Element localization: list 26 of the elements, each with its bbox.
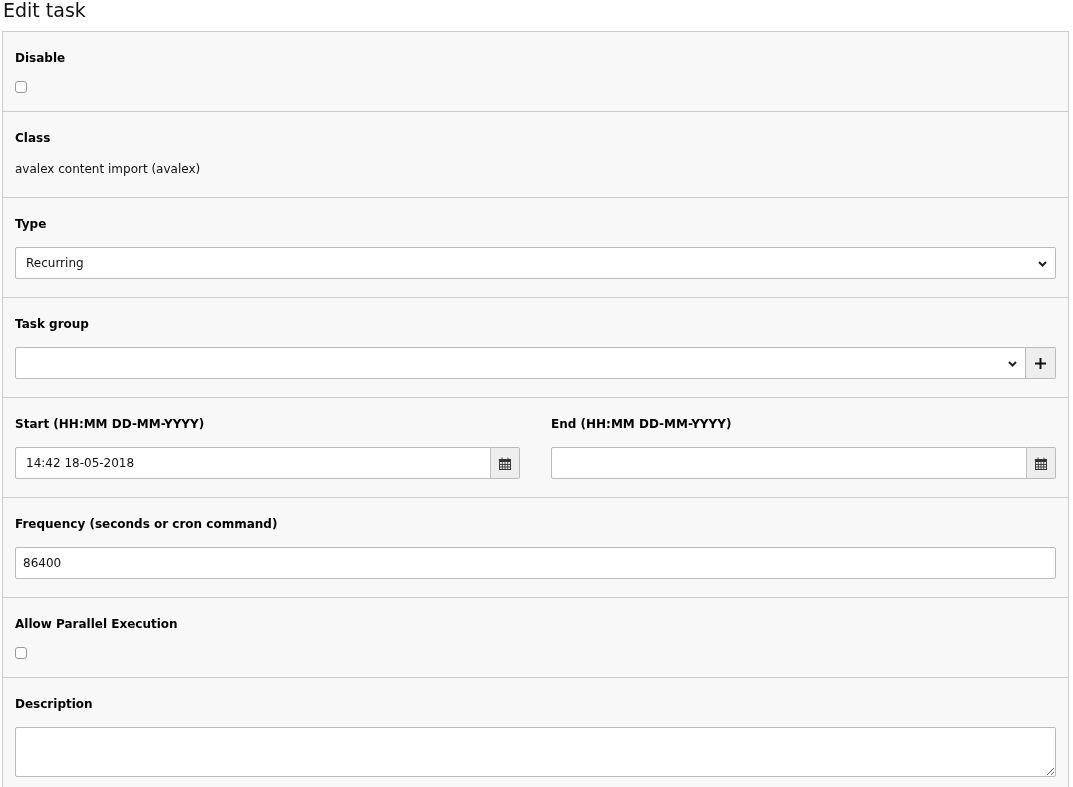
field-label: Frequency (seconds or cron command) — [15, 516, 279, 532]
field-label: Allow Parallel Execution — [15, 616, 179, 632]
calendar-button[interactable] — [1027, 447, 1056, 479]
date-input[interactable]: 14:42 18-05-2018 — [15, 447, 491, 479]
chevron-down-icon — [1038, 261, 1047, 267]
checkbox[interactable] — [15, 81, 27, 93]
frequency-input[interactable]: 86400 — [15, 547, 1056, 579]
field-label: Disable — [15, 50, 67, 66]
calendar-icon — [1035, 456, 1047, 470]
field-label: Start (HH:MM DD-MM-YYYY) — [15, 416, 206, 432]
field-label: Task group — [15, 316, 90, 332]
type-select[interactable]: Recurring — [15, 247, 1056, 279]
description-textarea[interactable] — [15, 727, 1056, 777]
checkbox[interactable] — [15, 647, 27, 659]
calendar-button[interactable] — [491, 447, 520, 479]
field-label: Class — [15, 130, 52, 146]
add-button[interactable] — [1026, 347, 1056, 379]
field-label: End (HH:MM DD-MM-YYYY) — [551, 416, 733, 432]
chevron-down-icon — [1008, 361, 1017, 367]
plus-icon — [1035, 357, 1046, 369]
class-value: avalex content import (avalex) — [15, 161, 202, 178]
date-input[interactable] — [551, 447, 1027, 479]
page-title: Edit task — [2, 0, 87, 23]
calendar-icon — [499, 456, 511, 470]
field-label: Description — [15, 696, 94, 712]
field-label: Type — [15, 216, 48, 232]
